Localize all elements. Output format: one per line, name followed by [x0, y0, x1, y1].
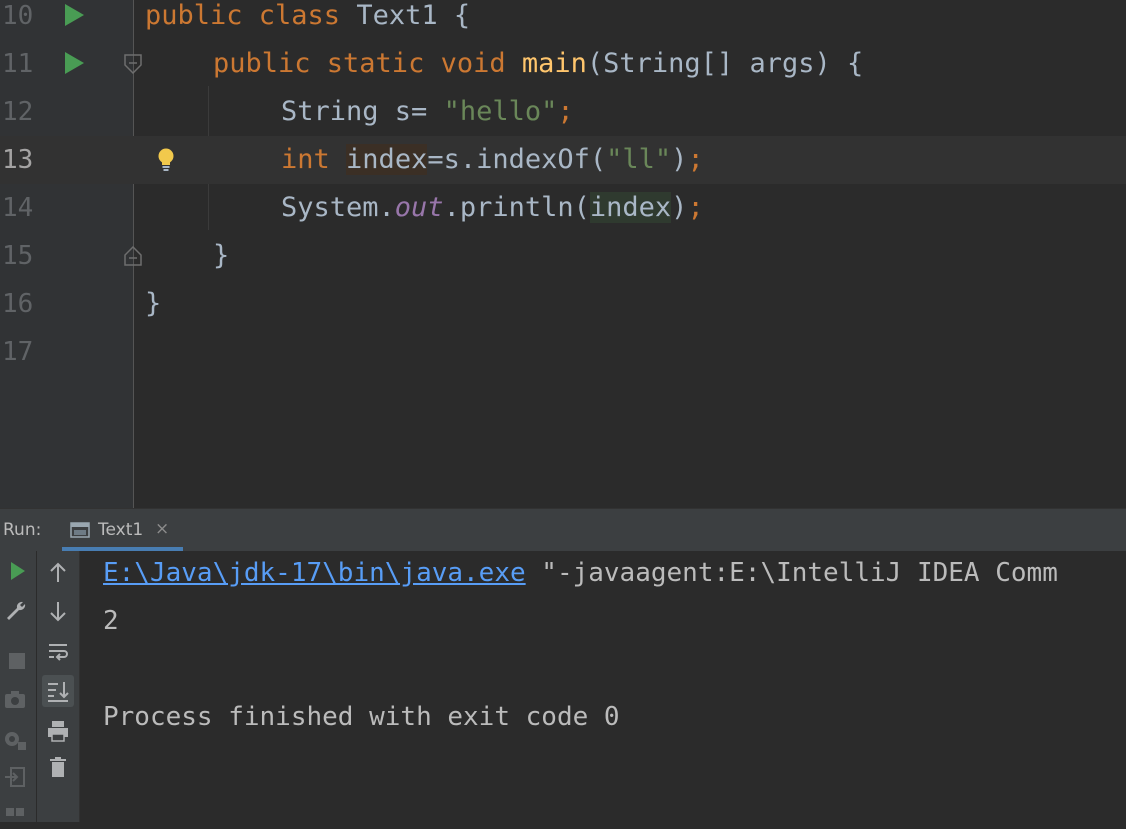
semicolon: ;: [687, 192, 704, 223]
program-output: 2: [103, 606, 119, 636]
line-number: 17: [2, 337, 34, 367]
code-editor[interactable]: 10 public class Text1 { 11 public static…: [0, 0, 1126, 508]
class-ref: System.: [281, 192, 395, 223]
command-args: "-javaagent:E:\IntelliJ IDEA Comm: [525, 558, 1058, 588]
stop-icon[interactable]: [5, 649, 29, 673]
close-paren: ): [671, 192, 688, 223]
code-text[interactable]: }: [213, 232, 229, 280]
console-toolbar: [37, 551, 80, 822]
code-text[interactable]: public static void main(String[] args) {: [213, 40, 863, 88]
code-text[interactable]: int index=s.indexOf("ll");: [281, 136, 704, 184]
lightbulb-icon[interactable]: [156, 147, 176, 173]
console-command-line: E:\Java\jdk-17\bin\java.exe "-javaagent:…: [103, 558, 1058, 588]
variable-declaration: index: [346, 144, 428, 175]
code-line[interactable]: 16 }: [0, 280, 1126, 328]
code-text[interactable]: public class Text1 {: [145, 0, 470, 40]
method-params: (String[] args) {: [586, 48, 864, 79]
line-number: 16: [2, 289, 34, 319]
variable-usage: index: [589, 192, 672, 223]
code-text[interactable]: String s= "hello";: [281, 88, 574, 136]
code-line[interactable]: 11 public static void main(String[] args…: [0, 40, 1126, 88]
layout-icon[interactable]: [3, 805, 27, 829]
line-number: 13: [2, 145, 34, 175]
static-field: out: [394, 192, 444, 223]
line-number: 10: [2, 1, 34, 31]
fold-end-icon[interactable]: [124, 246, 142, 266]
code-line[interactable]: 10 public class Text1 {: [0, 0, 1126, 40]
code-text[interactable]: }: [145, 280, 161, 328]
scroll-to-end-icon[interactable]: [42, 675, 74, 707]
fold-collapse-icon[interactable]: [124, 54, 142, 74]
rerun-icon[interactable]: [6, 559, 30, 583]
method-call: =s.indexOf(: [427, 144, 607, 175]
line-number: 11: [2, 49, 34, 79]
code-line[interactable]: 14 System.out.println(index);: [0, 184, 1126, 232]
code-line-current[interactable]: 13 int index=s.indexOf("ll");: [0, 136, 1126, 184]
run-tool-window-header: Run: Text1 ×: [0, 508, 1126, 551]
keyword: public class: [145, 0, 357, 31]
code-line[interactable]: 12 String s= "hello";: [0, 88, 1126, 136]
class-declaration: Text1 {: [356, 0, 471, 31]
arrow-up-icon[interactable]: [46, 561, 70, 585]
debug-settings-icon[interactable]: [3, 727, 27, 751]
close-icon[interactable]: ×: [155, 519, 169, 539]
keyword: public static void: [213, 48, 522, 79]
run-label: Run:: [3, 520, 42, 540]
exit-icon[interactable]: [3, 765, 27, 789]
line-number: 15: [2, 241, 34, 271]
method-name: main: [521, 48, 587, 79]
code-line[interactable]: 17: [0, 328, 1126, 376]
run-main-icon[interactable]: [65, 52, 84, 74]
close-paren: ): [671, 144, 688, 175]
run-class-icon[interactable]: [65, 4, 84, 26]
string-literal: "hello": [443, 96, 558, 127]
declaration: String s=: [281, 96, 444, 127]
code-line[interactable]: 15 }: [0, 232, 1126, 280]
camera-icon[interactable]: [3, 687, 27, 711]
console-window-icon: [70, 522, 90, 538]
string-literal: "ll": [606, 144, 672, 175]
trash-icon[interactable]: [46, 755, 70, 779]
line-number: 14: [2, 193, 34, 223]
method-call: .println(: [443, 192, 590, 223]
line-number: 12: [2, 97, 34, 127]
print-icon[interactable]: [46, 719, 70, 743]
java-exe-link[interactable]: E:\Java\jdk-17\bin\java.exe: [103, 558, 526, 588]
code-text[interactable]: System.out.println(index);: [281, 184, 704, 232]
tab-run-config[interactable]: Text1 ×: [62, 509, 183, 551]
tab-label: Text1: [98, 520, 144, 540]
semicolon: ;: [687, 144, 704, 175]
arrow-down-icon[interactable]: [46, 599, 70, 623]
wrench-icon[interactable]: [4, 599, 28, 623]
keyword: int: [281, 144, 330, 175]
exit-message: Process finished with exit code 0: [103, 702, 620, 732]
console-output[interactable]: E:\Java\jdk-17\bin\java.exe "-javaagent:…: [80, 551, 1126, 822]
semicolon: ;: [557, 96, 574, 127]
soft-wrap-icon[interactable]: [46, 640, 70, 664]
run-left-toolbar: [0, 551, 37, 822]
